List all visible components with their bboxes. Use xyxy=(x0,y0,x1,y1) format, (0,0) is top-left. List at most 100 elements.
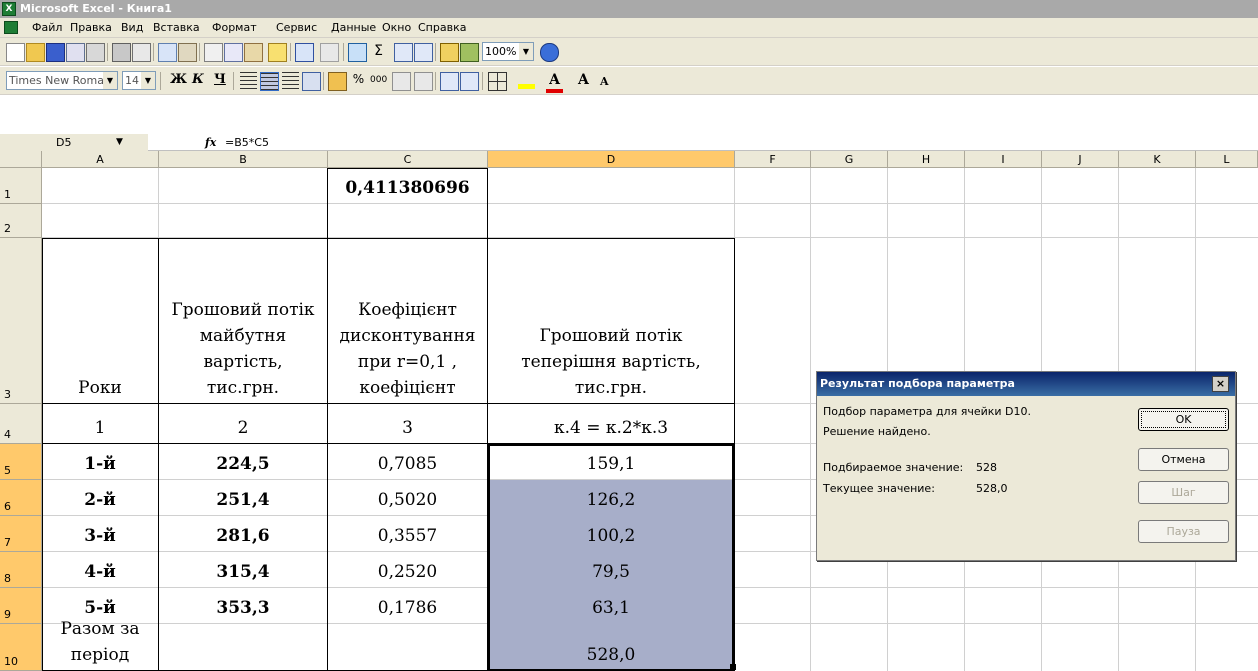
cell-d9[interactable]: 63,1 xyxy=(488,588,734,624)
column-header-i[interactable]: I xyxy=(965,151,1042,168)
menu-view[interactable]: Вид xyxy=(121,21,143,34)
help-icon[interactable] xyxy=(540,43,559,62)
row-header-5[interactable]: 5 xyxy=(0,444,42,480)
header-present-value[interactable]: Грошовий потік теперішня вартість, тис.г… xyxy=(488,238,734,404)
cell-c8[interactable]: 0,2520 xyxy=(328,552,487,588)
save-icon[interactable] xyxy=(46,43,65,62)
cell-b6[interactable]: 251,4 xyxy=(159,480,327,516)
row-header-4[interactable]: 4 xyxy=(0,404,42,444)
column-header-d[interactable]: D xyxy=(488,151,735,168)
column-header-a[interactable]: A xyxy=(42,151,159,168)
sort-asc-icon[interactable] xyxy=(394,43,413,62)
column-header-g[interactable]: G xyxy=(811,151,888,168)
function-icon[interactable]: fx xyxy=(205,134,216,151)
font-name-combo[interactable]: Times New Roman ▼ xyxy=(6,71,118,90)
copy-icon[interactable] xyxy=(224,43,243,62)
ok-button[interactable]: OK xyxy=(1138,408,1229,431)
bold-button[interactable]: Ж xyxy=(170,72,187,89)
dialog-title-bar[interactable]: Результат подбора параметра xyxy=(817,372,1235,396)
cell-d10[interactable]: 528,0 xyxy=(488,624,734,671)
align-left-icon[interactable] xyxy=(240,72,257,89)
row-header-3[interactable]: 3 xyxy=(0,238,42,404)
spelling-icon[interactable] xyxy=(158,43,177,62)
cell-b4[interactable]: 2 xyxy=(159,404,327,444)
align-center-icon[interactable] xyxy=(260,72,279,91)
drawing-icon[interactable] xyxy=(460,43,479,62)
cell-c4[interactable]: 3 xyxy=(328,404,487,444)
font-color-icon[interactable]: A xyxy=(546,72,563,93)
cell-b7[interactable]: 281,6 xyxy=(159,516,327,552)
cell-d4[interactable]: к.4 = к.2*к.3 xyxy=(488,404,734,444)
underline-button[interactable]: Ч xyxy=(214,72,226,89)
print-preview-icon[interactable] xyxy=(132,43,151,62)
cut-icon[interactable] xyxy=(204,43,223,62)
grow-font-icon[interactable]: A xyxy=(578,72,595,89)
undo-icon[interactable] xyxy=(295,43,314,62)
paste-icon[interactable] xyxy=(244,43,263,62)
increase-indent-icon[interactable] xyxy=(460,72,479,91)
cell-a8[interactable]: 4-й xyxy=(42,552,158,588)
select-all-corner[interactable] xyxy=(0,151,42,168)
close-icon[interactable]: × xyxy=(1212,376,1229,392)
row-header-6[interactable]: 6 xyxy=(0,480,42,516)
column-header-f[interactable]: F xyxy=(735,151,811,168)
redo-icon[interactable] xyxy=(320,43,339,62)
menu-data[interactable]: Данные xyxy=(331,21,376,34)
column-header-j[interactable]: J xyxy=(1042,151,1119,168)
column-header-l[interactable]: L xyxy=(1196,151,1258,168)
cell-c9[interactable]: 0,1786 xyxy=(328,588,487,624)
column-header-b[interactable]: B xyxy=(159,151,328,168)
cancel-button[interactable]: Отмена xyxy=(1138,448,1229,471)
print-icon[interactable] xyxy=(112,43,131,62)
cell-d8[interactable]: 79,5 xyxy=(488,552,734,588)
row-header-7[interactable]: 7 xyxy=(0,516,42,552)
cell-d7[interactable]: 100,2 xyxy=(488,516,734,552)
workbook-icon[interactable] xyxy=(4,21,18,34)
name-box[interactable]: D5 ▼ xyxy=(0,134,148,151)
thousands-button[interactable]: 000 xyxy=(370,72,387,89)
menu-window[interactable]: Окно xyxy=(382,21,411,34)
shrink-font-icon[interactable]: A xyxy=(600,72,617,89)
percent-button[interactable]: % xyxy=(350,72,367,89)
cell-b5[interactable]: 224,5 xyxy=(159,444,327,480)
cell-a10[interactable]: Разом за період xyxy=(42,619,158,671)
chart-wizard-icon[interactable] xyxy=(440,43,459,62)
header-discount-coefficient[interactable]: Коефіцієнт дисконтування при r=0,1 , кое… xyxy=(328,238,487,404)
permission-icon[interactable] xyxy=(66,43,85,62)
sort-desc-icon[interactable] xyxy=(414,43,433,62)
menu-edit[interactable]: Правка xyxy=(70,21,112,34)
row-header-9[interactable]: 9 xyxy=(0,588,42,624)
cell-a4[interactable]: 1 xyxy=(42,404,158,444)
email-icon[interactable] xyxy=(86,43,105,62)
cell-c7[interactable]: 0,3557 xyxy=(328,516,487,552)
menu-tools[interactable]: Сервис xyxy=(276,21,317,34)
zoom-combo[interactable]: 100% ▼ xyxy=(482,42,534,61)
menu-file[interactable]: Файл xyxy=(32,21,62,34)
align-right-icon[interactable] xyxy=(282,72,299,89)
italic-button[interactable]: К xyxy=(192,72,204,89)
cell-b9[interactable]: 353,3 xyxy=(159,588,327,624)
cell-d6[interactable]: 126,2 xyxy=(488,480,734,516)
new-icon[interactable] xyxy=(6,43,25,62)
header-years[interactable]: Роки xyxy=(42,238,158,404)
autosum-icon[interactable]: Σ xyxy=(370,43,387,60)
row-header-8[interactable]: 8 xyxy=(0,552,42,588)
cell-a7[interactable]: 3-й xyxy=(42,516,158,552)
cell-a6[interactable]: 2-й xyxy=(42,480,158,516)
menu-insert[interactable]: Вставка xyxy=(153,21,200,34)
column-header-c[interactable]: C xyxy=(328,151,488,168)
row-header-10[interactable]: 10 xyxy=(0,624,42,671)
font-size-combo[interactable]: 14 ▼ xyxy=(122,71,156,90)
formula-input[interactable]: =B5*C5 xyxy=(225,134,269,151)
increase-decimal-icon[interactable] xyxy=(392,72,411,91)
cell-c6[interactable]: 0,5020 xyxy=(328,480,487,516)
column-header-k[interactable]: K xyxy=(1119,151,1196,168)
chevron-down-icon[interactable]: ▼ xyxy=(116,134,123,151)
fill-handle[interactable] xyxy=(730,664,736,670)
open-icon[interactable] xyxy=(26,43,45,62)
menu-help[interactable]: Справка xyxy=(418,21,466,34)
pause-button[interactable]: Пауза xyxy=(1138,520,1229,543)
decrease-indent-icon[interactable] xyxy=(440,72,459,91)
cell-d5[interactable]: 159,1 xyxy=(488,444,734,480)
hyperlink-icon[interactable] xyxy=(348,43,367,62)
